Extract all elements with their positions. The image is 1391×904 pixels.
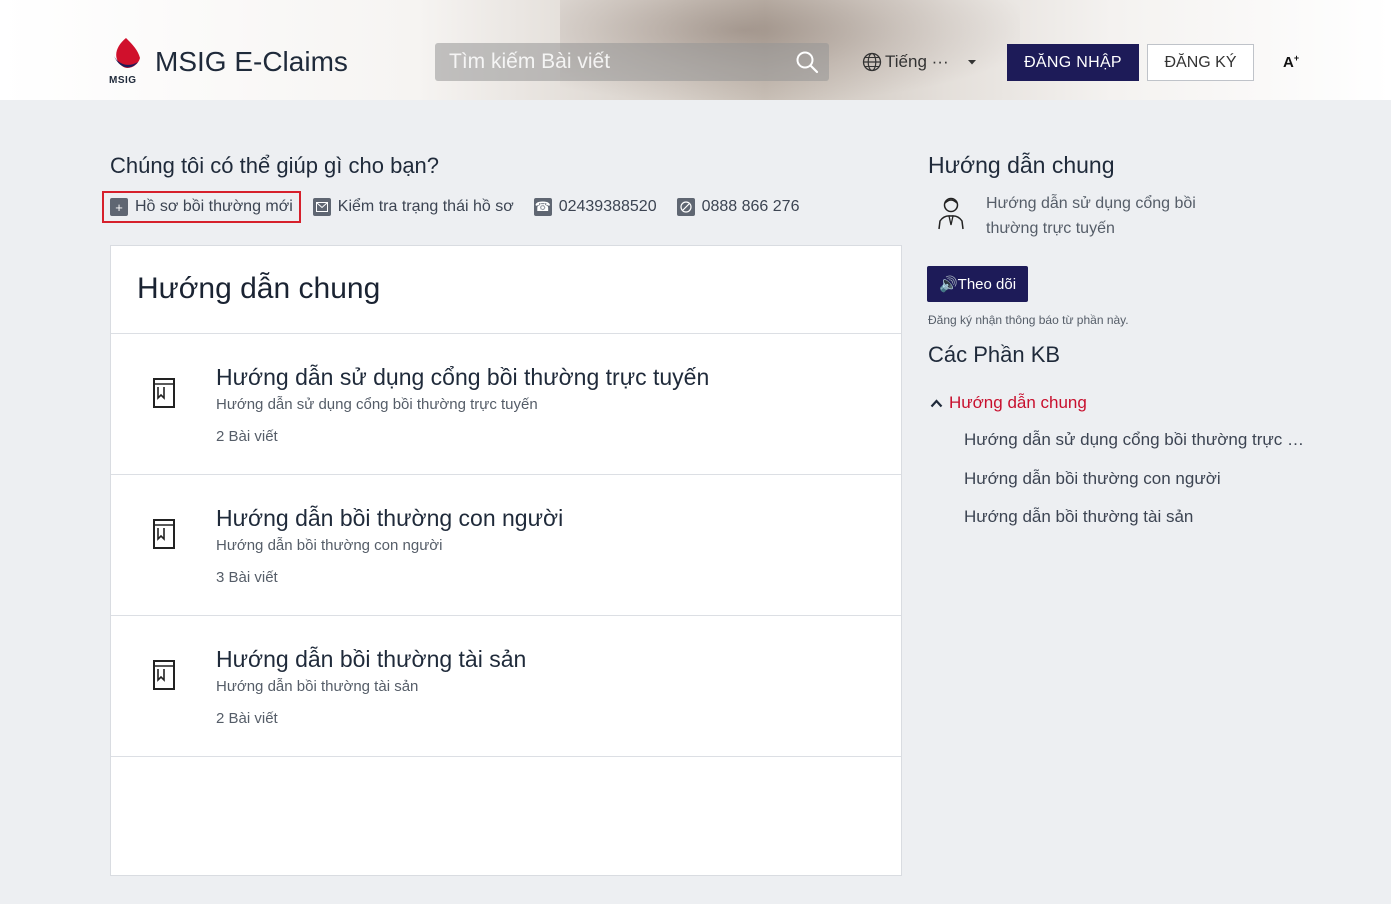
phone-icon: ☎ bbox=[533, 198, 552, 216]
sidebar-description: Hướng dẫn sử dụng cổng bồi thường trực t… bbox=[986, 195, 1196, 237]
section-title[interactable]: Hướng dẫn bồi thường con người bbox=[216, 505, 563, 532]
quick-links: + Hồ sơ bồi thường mới Kiểm tra trạng th… bbox=[102, 191, 819, 223]
search-icon[interactable] bbox=[795, 50, 819, 74]
globe-icon bbox=[862, 52, 882, 72]
register-button[interactable]: ĐĂNG KÝ bbox=[1147, 44, 1254, 81]
phone-label: 02439388520 bbox=[558, 198, 657, 215]
section-description: Hướng dẫn bồi thường con người bbox=[216, 537, 443, 554]
new-claim-label: Hồ sơ bồi thường mới bbox=[135, 198, 293, 215]
kb-section-link[interactable]: Hướng dẫn bồi thường con người bbox=[964, 469, 1304, 489]
mobile-label: 0888 866 276 bbox=[701, 198, 800, 215]
follow-button[interactable]: 🔊Theo dõi bbox=[927, 266, 1028, 302]
logo-text: MSIG bbox=[109, 75, 137, 86]
sidebar-title: Hướng dẫn chung bbox=[928, 152, 1115, 178]
book-icon bbox=[153, 378, 175, 408]
book-icon bbox=[153, 519, 175, 549]
section-description: Hướng dẫn bồi thường tài sản bbox=[216, 678, 419, 695]
section-article-count: 3 Bài viết bbox=[216, 569, 278, 586]
chevron-down-icon bbox=[967, 60, 976, 65]
check-status-label: Kiểm tra trạng thái hồ sơ bbox=[337, 198, 514, 215]
kb-current-category[interactable]: Hướng dẫn chung bbox=[930, 393, 1087, 413]
kb-section-link[interactable]: Hướng dẫn sử dụng cổng bồi thường trực t… bbox=[964, 430, 1304, 450]
section-title[interactable]: Hướng dẫn bồi thường tài sản bbox=[216, 646, 526, 673]
help-title: Chúng tôi có thể giúp gì cho bạn? bbox=[110, 153, 440, 178]
section-description: Hướng dẫn sử dụng cổng bồi thường trực t… bbox=[216, 396, 538, 413]
mobile-link[interactable]: 0888 866 276 bbox=[676, 191, 800, 223]
header: MSIG MSIG E-Claims Tiếng ··· ĐĂNG NHẬP Đ… bbox=[0, 0, 1391, 100]
category-title: Hướng dẫn chung bbox=[111, 246, 901, 334]
section-item[interactable]: Hướng dẫn bồi thường con người Hướng dẫn… bbox=[111, 475, 901, 616]
font-size-plus: + bbox=[1293, 53, 1300, 63]
check-status-link[interactable]: Kiểm tra trạng thái hồ sơ bbox=[312, 191, 514, 223]
font-size-toggle[interactable]: A+ bbox=[1283, 53, 1299, 71]
section-article-count: 2 Bài viết bbox=[216, 710, 278, 727]
phone-link[interactable]: ☎ 02439388520 bbox=[533, 191, 657, 223]
section-article-count: 2 Bài viết bbox=[216, 428, 278, 445]
search-input[interactable] bbox=[435, 43, 785, 81]
chevron-up-icon bbox=[930, 398, 943, 407]
mail-icon bbox=[312, 198, 331, 216]
login-button[interactable]: ĐĂNG NHẬP bbox=[1007, 44, 1139, 81]
book-icon bbox=[153, 660, 175, 690]
section-item[interactable]: Hướng dẫn bồi thường tài sản Hướng dẫn b… bbox=[111, 616, 901, 757]
category-card: Hướng dẫn chung Hướng dẫn sử dụng cổng b… bbox=[110, 245, 902, 876]
language-selector[interactable]: Tiếng ··· bbox=[862, 50, 977, 74]
kb-current-label: Hướng dẫn chung bbox=[949, 393, 1087, 412]
speaker-icon: 🔊 bbox=[938, 276, 958, 293]
app-title[interactable]: MSIG E-Claims bbox=[155, 46, 348, 78]
section-item[interactable]: Hướng dẫn sử dụng cổng bồi thường trực t… bbox=[111, 334, 901, 475]
new-claim-link[interactable]: + Hồ sơ bồi thường mới bbox=[102, 191, 301, 223]
font-size-label: A bbox=[1283, 54, 1294, 71]
kb-section-link[interactable]: Hướng dẫn bồi thường tài sản bbox=[964, 507, 1304, 527]
search-bar bbox=[435, 43, 829, 81]
person-icon bbox=[938, 197, 964, 230]
kb-sections-title: Các Phần KB bbox=[928, 342, 1061, 367]
language-label: Tiếng ··· bbox=[885, 52, 949, 71]
mobile-icon bbox=[676, 198, 695, 216]
follow-note: Đăng ký nhận thông báo từ phần này. bbox=[928, 313, 1129, 327]
follow-label: Theo dõi bbox=[957, 276, 1017, 293]
section-title[interactable]: Hướng dẫn sử dụng cổng bồi thường trực t… bbox=[216, 364, 709, 391]
plus-icon: + bbox=[110, 198, 128, 216]
